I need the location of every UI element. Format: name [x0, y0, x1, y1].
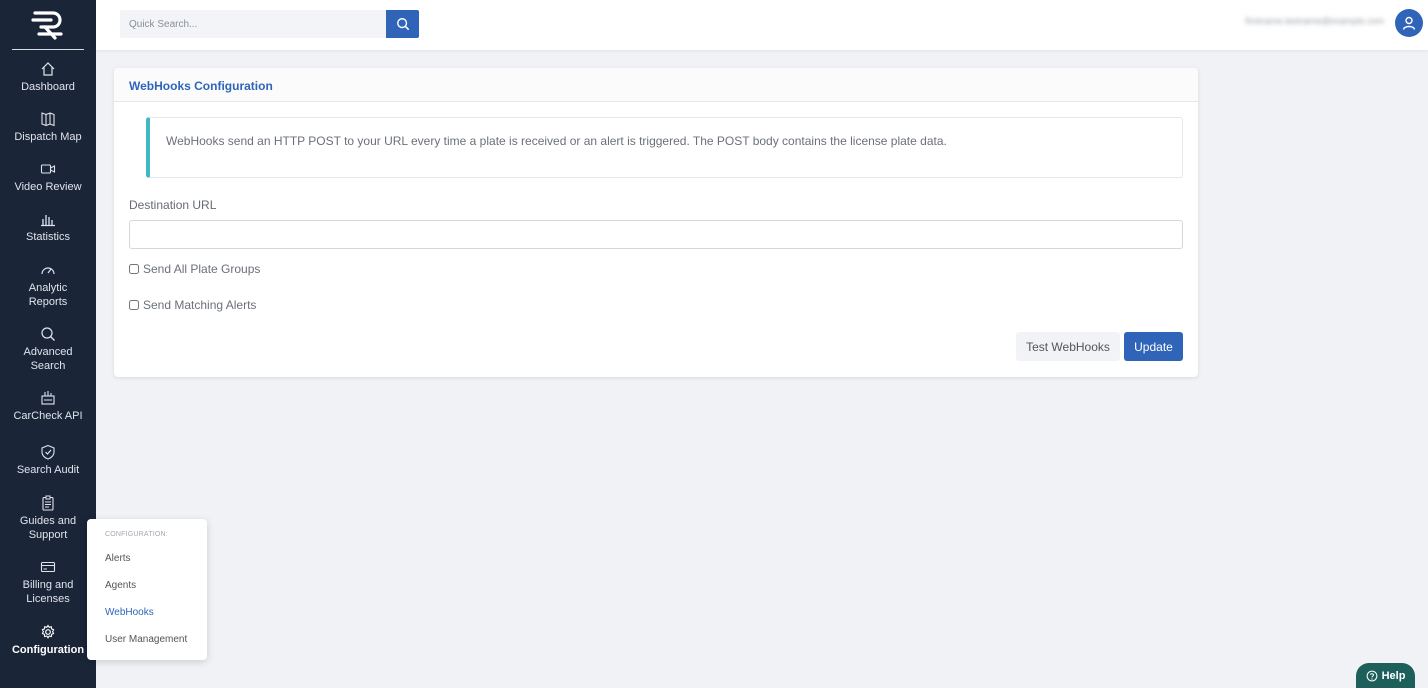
send-matching-alerts-label: Send Matching Alerts — [143, 298, 257, 312]
sidebar-item-label: Dashboard — [21, 81, 75, 93]
send-all-plate-groups-checkbox[interactable] — [129, 264, 139, 274]
sidebar-item-label: CarCheck API — [13, 410, 83, 422]
user-icon — [1402, 16, 1416, 30]
test-webhooks-button[interactable]: Test WebHooks — [1016, 332, 1120, 361]
configuration-menu: CONFIGURATION: Alerts Agents WebHooks Us… — [87, 519, 207, 660]
app-logo[interactable] — [0, 0, 96, 50]
logo-icon — [31, 11, 63, 40]
sidebar-item-label: Billing and Licenses — [22, 579, 74, 605]
help-label: Help — [1381, 670, 1406, 682]
update-button[interactable]: Update — [1124, 332, 1183, 361]
quick-search-input[interactable] — [120, 10, 386, 38]
sidebar-item-video-review[interactable]: Video Review — [0, 161, 96, 194]
configuration-menu-header: CONFIGURATION: — [105, 531, 168, 538]
card-title: WebHooks Configuration — [129, 79, 273, 93]
send-all-plate-groups-option[interactable]: Send All Plate Groups — [129, 262, 260, 276]
destination-url-label: Destination URL — [129, 198, 217, 212]
question-circle-icon — [1366, 670, 1377, 682]
sidebar-item-label: Guides and Support — [19, 515, 77, 541]
send-matching-alerts-option[interactable]: Send Matching Alerts — [129, 298, 256, 312]
user-email: firstname.lastname@example.com — [1245, 16, 1384, 26]
sidebar-item-billing-licenses[interactable]: Billing and Licenses — [0, 559, 96, 606]
sidebar-item-carcheck-api[interactable]: CarCheck API — [0, 390, 96, 423]
gear-icon — [41, 624, 55, 639]
search-icon — [396, 18, 409, 31]
api-icon — [41, 391, 55, 405]
send-all-plate-groups-label: Send All Plate Groups — [143, 262, 261, 276]
credit-card-icon — [40, 561, 56, 573]
sidebar-item-label: Dispatch Map — [14, 131, 82, 143]
sidebar-item-configuration[interactable]: Configuration — [0, 624, 96, 657]
send-matching-alerts-checkbox[interactable] — [129, 300, 139, 310]
sidebar-item-label: Video Review — [14, 181, 82, 193]
logo-divider — [12, 49, 84, 50]
gauge-icon — [41, 267, 55, 275]
menu-item-webhooks[interactable]: WebHooks — [105, 607, 154, 618]
menu-item-user-management[interactable]: User Management — [105, 634, 187, 645]
sidebar-item-advanced-search[interactable]: Advanced Search — [0, 326, 96, 373]
clipboard-icon — [42, 495, 54, 511]
sidebar: Dashboard Dispatch Map Video Review Stat… — [0, 0, 96, 688]
sidebar-item-label: Statistics — [25, 231, 70, 243]
sidebar-item-analytic-reports[interactable]: Analytic Reports — [0, 262, 96, 309]
sidebar-item-label: Analytic Reports — [28, 282, 68, 308]
map-icon — [41, 112, 55, 127]
search-button[interactable] — [386, 10, 419, 38]
sidebar-item-label: Search Audit — [16, 464, 80, 476]
sidebar-item-label: Advanced Search — [23, 346, 73, 372]
webhooks-card: WebHooks Configuration WebHooks send an … — [114, 68, 1198, 377]
sidebar-item-guides-support[interactable]: Guides and Support — [0, 495, 96, 542]
card-header: WebHooks Configuration — [114, 68, 1198, 102]
top-bar: firstname.lastname@example.com — [96, 0, 1428, 50]
info-callout: WebHooks send an HTTP POST to your URL e… — [146, 117, 1183, 178]
sidebar-item-label: Configuration — [11, 644, 85, 656]
menu-item-agents[interactable]: Agents — [105, 580, 136, 591]
sidebar-item-dispatch-map[interactable]: Dispatch Map — [0, 111, 96, 144]
destination-url-input[interactable] — [129, 220, 1183, 249]
shield-check-icon — [41, 444, 55, 460]
help-button[interactable]: Help — [1356, 663, 1415, 688]
sidebar-item-dashboard[interactable]: Dashboard — [0, 61, 96, 94]
menu-item-alerts[interactable]: Alerts — [105, 553, 131, 564]
user-avatar[interactable] — [1395, 9, 1423, 37]
search-icon — [41, 327, 55, 341]
sidebar-item-statistics[interactable]: Statistics — [0, 211, 96, 244]
sidebar-item-search-audit[interactable]: Search Audit — [0, 444, 96, 477]
video-icon — [40, 164, 56, 174]
home-icon — [41, 62, 55, 76]
bar-chart-icon — [41, 215, 55, 227]
